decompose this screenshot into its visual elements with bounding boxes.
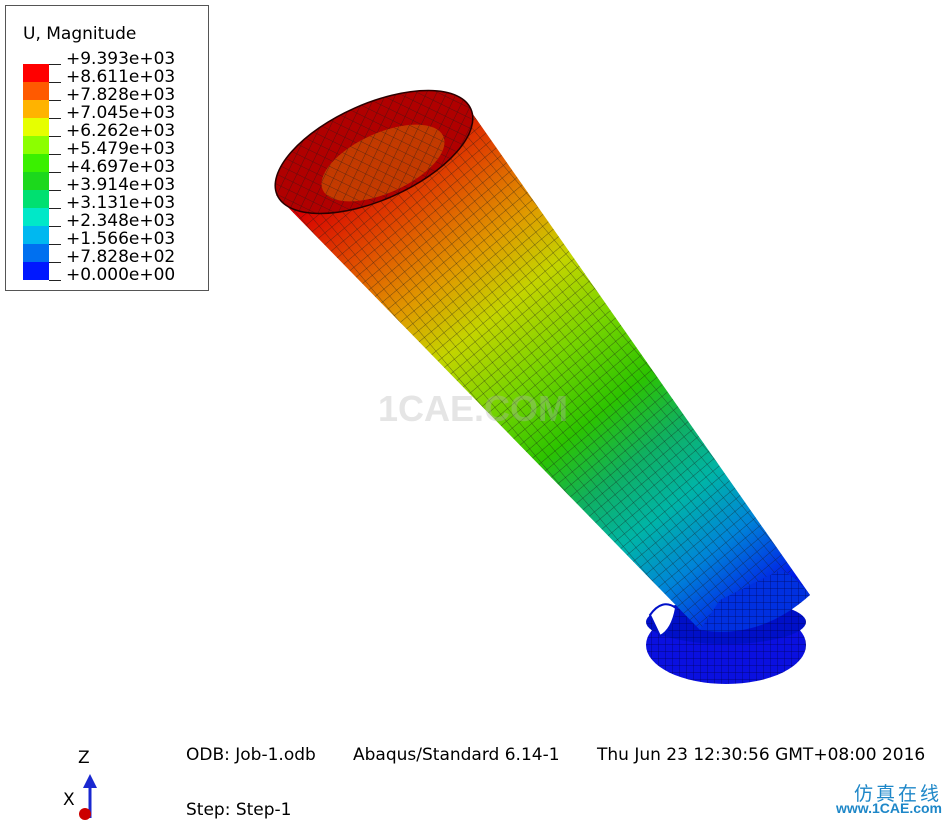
watermark-text: 1CAE.COM: [378, 388, 569, 429]
pipe-body: [274, 89, 810, 632]
triad-z-label: Z: [78, 748, 90, 768]
odb-label: ODB: Job-1.odb: [186, 745, 316, 765]
datetime-label: Thu Jun 23 12:30:56 GMT+08:00 2016: [597, 745, 926, 765]
brand-url-text: www.1CAE.com: [835, 800, 942, 816]
solver-label: Abaqus/Standard 6.14-1: [353, 745, 560, 765]
axis-triad-icon: [79, 774, 97, 820]
step-label: Step: Step-1: [186, 800, 292, 820]
